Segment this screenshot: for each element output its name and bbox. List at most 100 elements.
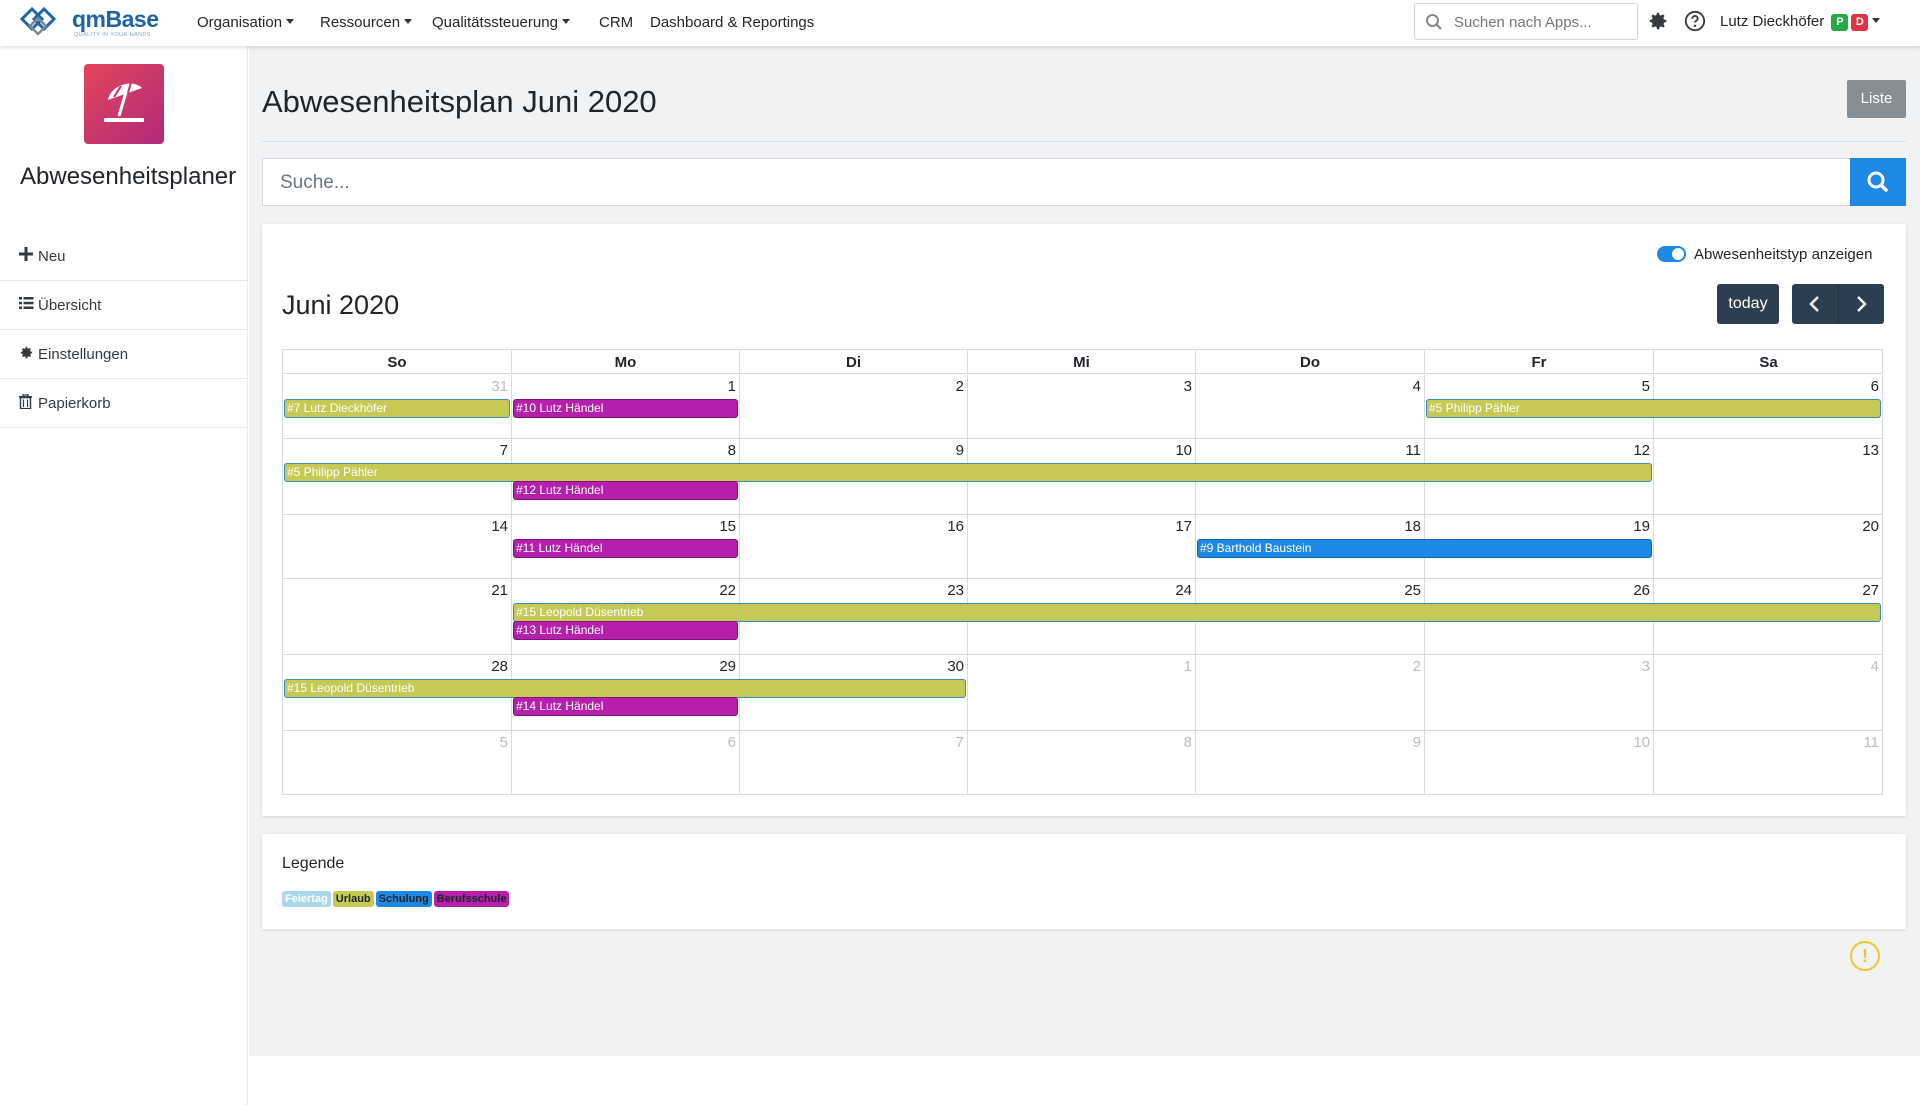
day-number[interactable]: 1 (728, 378, 736, 395)
gear-icon[interactable] (1647, 10, 1669, 32)
search-box[interactable] (262, 158, 1906, 206)
nav-label: Ressourcen (320, 14, 401, 31)
day-cell[interactable]: 9 (1196, 731, 1425, 794)
day-cell[interactable]: 13 (1654, 439, 1883, 514)
day-number[interactable]: 29 (719, 658, 736, 675)
day-number[interactable]: 2 (956, 378, 964, 395)
day-number[interactable]: 28 (491, 658, 508, 675)
nav-organisation[interactable]: Organisation (197, 14, 295, 31)
day-number[interactable]: 17 (1175, 518, 1192, 535)
user-menu[interactable]: Lutz Dieckhöfer PD (1720, 13, 1881, 31)
today-button[interactable]: today (1717, 284, 1779, 324)
nav-qualitaetssteuerung[interactable]: Qualitätssteuerung (432, 14, 570, 31)
day-cell[interactable]: 1 (968, 655, 1196, 730)
absence-event[interactable]: #7 Lutz Dieckhöfer (284, 399, 510, 418)
day-number[interactable]: 11 (1863, 734, 1879, 751)
day-cell[interactable]: 3 (1425, 655, 1654, 730)
day-number[interactable]: 7 (500, 442, 508, 459)
day-cell[interactable]: 6 (512, 731, 740, 794)
absence-type-toggle[interactable]: Abwesenheitstyp anzeigen (1657, 246, 1872, 263)
day-cell[interactable]: 3 (968, 375, 1196, 438)
gear-icon (19, 345, 35, 364)
day-cell[interactable]: 16 (740, 515, 968, 578)
day-number[interactable]: 16 (947, 518, 964, 535)
day-number[interactable]: 18 (1404, 518, 1421, 535)
day-number[interactable]: 13 (1862, 442, 1879, 459)
day-number[interactable]: 10 (1633, 734, 1650, 751)
day-number[interactable]: 19 (1633, 518, 1650, 535)
day-number[interactable]: 5 (1642, 378, 1650, 395)
day-cell[interactable]: 5 (283, 731, 512, 794)
day-cell[interactable]: 11 (1654, 731, 1883, 794)
search-input[interactable] (278, 171, 1778, 195)
app-search-input[interactable] (1452, 11, 1632, 33)
app-search-box[interactable] (1414, 3, 1638, 40)
prev-month-button[interactable] (1792, 284, 1838, 324)
day-cell[interactable]: 21 (283, 579, 512, 654)
absence-event[interactable]: #12 Lutz Händel (513, 481, 738, 500)
search-button[interactable] (1850, 158, 1906, 206)
day-number[interactable]: 4 (1871, 658, 1879, 675)
liste-button[interactable]: Liste (1847, 80, 1906, 118)
day-number[interactable]: 8 (728, 442, 736, 459)
day-number[interactable]: 15 (719, 518, 736, 535)
next-month-button[interactable] (1838, 284, 1884, 324)
day-number[interactable]: 6 (1871, 378, 1879, 395)
day-cell[interactable]: 17 (968, 515, 1196, 578)
day-number[interactable]: 7 (956, 734, 964, 751)
nav-ressourcen[interactable]: Ressourcen (320, 14, 413, 31)
day-number[interactable]: 9 (956, 442, 964, 459)
nav-crm[interactable]: CRM (599, 14, 633, 31)
day-number[interactable]: 3 (1184, 378, 1192, 395)
day-number[interactable]: 24 (1175, 582, 1192, 599)
toggle-switch[interactable] (1657, 246, 1686, 262)
day-number[interactable]: 12 (1633, 442, 1650, 459)
day-cell[interactable]: 8 (968, 731, 1196, 794)
day-number[interactable]: 14 (491, 518, 508, 535)
sidebar-item-neu[interactable]: Neu (0, 232, 248, 281)
help-icon[interactable] (1684, 10, 1706, 32)
warning-icon[interactable]: ! (1850, 941, 1880, 971)
absence-event[interactable]: #15 Leopold Düsentrieb (284, 679, 966, 698)
day-cell[interactable]: 20 (1654, 515, 1883, 578)
day-cell[interactable]: 14 (283, 515, 512, 578)
day-cell[interactable]: 4 (1196, 375, 1425, 438)
day-number[interactable]: 4 (1413, 378, 1421, 395)
day-cell[interactable]: 2 (1196, 655, 1425, 730)
day-number[interactable]: 3 (1642, 658, 1650, 675)
day-number[interactable]: 23 (947, 582, 964, 599)
day-number[interactable]: 20 (1862, 518, 1879, 535)
absence-event[interactable]: #10 Lutz Händel (513, 399, 738, 418)
qmbase-logo[interactable]: qmBase QUALITY IN YOUR HANDS (20, 4, 165, 42)
day-number[interactable]: 10 (1175, 442, 1192, 459)
sidebar-item-einstellungen[interactable]: Einstellungen (0, 330, 248, 379)
day-number[interactable]: 27 (1862, 582, 1879, 599)
day-number[interactable]: 6 (728, 734, 736, 751)
day-cell[interactable]: 2 (740, 375, 968, 438)
day-cell[interactable]: 10 (1425, 731, 1654, 794)
absence-event[interactable]: #13 Lutz Händel (513, 621, 738, 640)
day-number[interactable]: 8 (1184, 734, 1192, 751)
absence-event[interactable]: #9 Barthold Baustein (1197, 539, 1652, 558)
day-number[interactable]: 30 (947, 658, 964, 675)
sidebar-item-papierkorb[interactable]: Papierkorb (0, 379, 248, 428)
day-number[interactable]: 26 (1633, 582, 1650, 599)
nav-dashboard-reportings[interactable]: Dashboard & Reportings (650, 14, 814, 31)
day-number[interactable]: 5 (500, 734, 508, 751)
absence-event[interactable]: #5 Philipp Pähler (1426, 399, 1881, 418)
day-number[interactable]: 21 (491, 582, 508, 599)
absence-event[interactable]: #15 Leopold Düsentrieb (513, 603, 1881, 622)
day-cell[interactable]: 7 (740, 731, 968, 794)
day-number[interactable]: 1 (1184, 658, 1192, 675)
day-number[interactable]: 22 (719, 582, 736, 599)
day-number[interactable]: 31 (491, 378, 508, 395)
sidebar-item-uebersicht[interactable]: Übersicht (0, 281, 248, 330)
day-number[interactable]: 25 (1404, 582, 1421, 599)
day-number[interactable]: 9 (1413, 734, 1421, 751)
absence-event[interactable]: #14 Lutz Händel (513, 697, 738, 716)
absence-event[interactable]: #11 Lutz Händel (513, 539, 738, 558)
day-number[interactable]: 2 (1413, 658, 1421, 675)
absence-event[interactable]: #5 Philipp Pähler (284, 463, 1652, 482)
day-number[interactable]: 11 (1405, 442, 1421, 459)
day-cell[interactable]: 4 (1654, 655, 1883, 730)
